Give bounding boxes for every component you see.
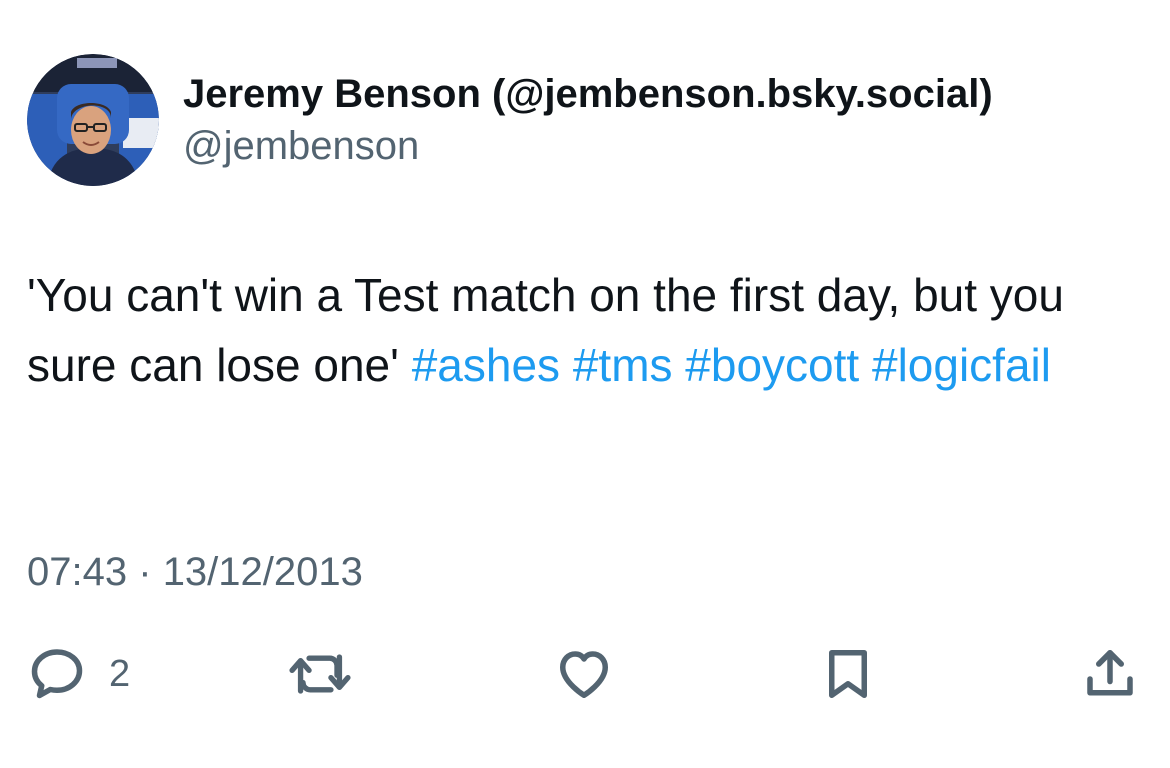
heart-icon bbox=[553, 644, 615, 704]
reply-icon bbox=[27, 644, 87, 704]
bookmark-icon bbox=[818, 644, 878, 704]
author-handle[interactable]: @jembenson bbox=[183, 120, 419, 172]
profile-photo-icon bbox=[27, 54, 159, 186]
tweet-time: 07:43 bbox=[27, 550, 128, 594]
author-display-name[interactable]: Jeremy Benson (@jembenson.bsky.social) bbox=[183, 68, 993, 120]
tweet-card: Jeremy Benson (@jembenson.bsky.social) @… bbox=[0, 0, 1170, 768]
share-button[interactable] bbox=[1080, 644, 1140, 704]
reply-button[interactable]: 2 bbox=[27, 644, 130, 704]
hashtag-link[interactable]: #ashes bbox=[412, 339, 560, 391]
tweet-text: 'You can't win a Test match on the first… bbox=[27, 260, 1137, 400]
tweet-date: 13/12/2013 bbox=[162, 550, 363, 594]
reply-count: 2 bbox=[109, 653, 131, 695]
retweet-icon bbox=[286, 644, 354, 704]
timestamp-separator: · bbox=[138, 550, 152, 594]
retweet-button[interactable] bbox=[286, 644, 354, 704]
hashtag-link[interactable]: #tms bbox=[573, 339, 673, 391]
share-icon bbox=[1080, 644, 1140, 704]
avatar[interactable] bbox=[27, 54, 159, 186]
tweet-timestamp[interactable]: 07:43 · 13/12/2013 bbox=[27, 546, 363, 598]
like-button[interactable] bbox=[553, 644, 615, 704]
hashtag-link[interactable]: #logicfail bbox=[872, 339, 1051, 391]
bookmark-button[interactable] bbox=[818, 644, 878, 704]
hashtag-link[interactable]: #boycott bbox=[685, 339, 859, 391]
